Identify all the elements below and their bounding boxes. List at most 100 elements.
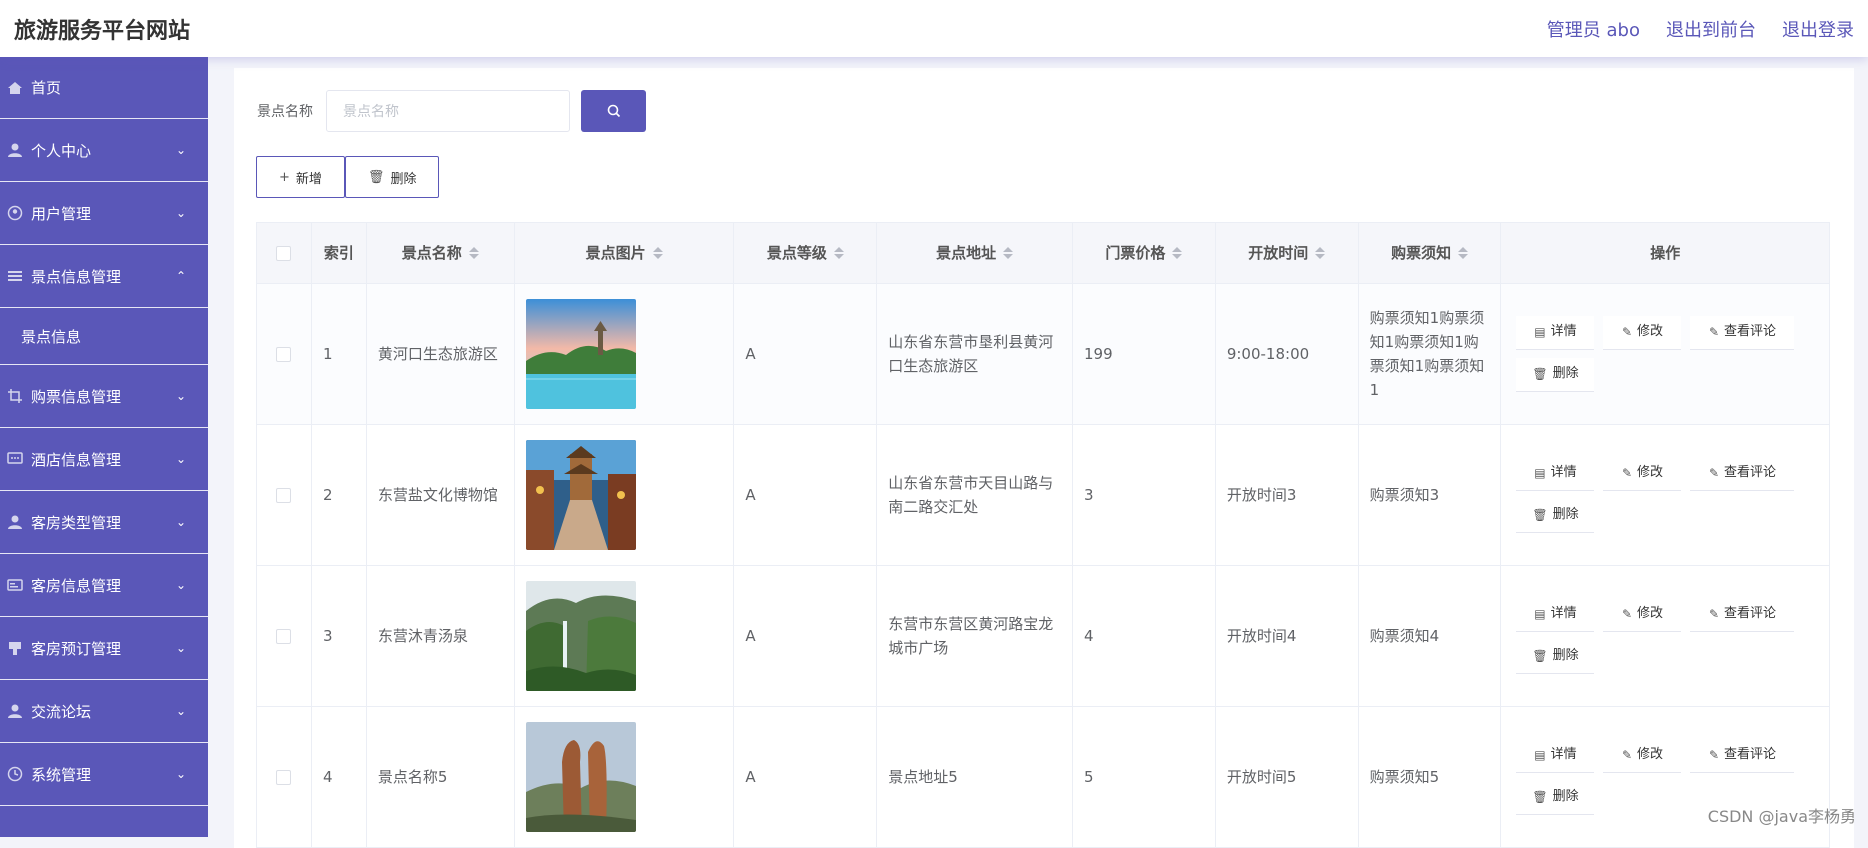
column-header-price[interactable]: 门票价格 — [1073, 223, 1216, 283]
row-checkbox[interactable] — [276, 770, 291, 785]
row-checkbox[interactable] — [276, 629, 291, 644]
pencil-icon: ✎ — [1709, 605, 1719, 624]
sidebar-item-hotel-management[interactable]: 酒店信息管理 ⌄ — [0, 428, 208, 491]
delete-button[interactable]: 🗑删除 — [1516, 640, 1594, 674]
chevron-down-icon: ⌄ — [176, 767, 186, 781]
sidebar: 首页 个人中心 ⌄ 用户管理 ⌄ 景点信息管理 ⌃ 景点信息 购票信息管理 ⌄ … — [0, 57, 208, 837]
view-comments-button[interactable]: ✎查看评论 — [1690, 598, 1794, 632]
row-actions: ▤详情 ✎修改 ✎查看评论 🗑删除 — [1501, 425, 1829, 565]
sort-icon[interactable] — [834, 247, 844, 259]
sort-icon[interactable] — [653, 247, 663, 259]
row-checkbox[interactable] — [276, 488, 291, 503]
row-select-cell — [257, 284, 312, 424]
sort-icon[interactable] — [1003, 247, 1013, 259]
chevron-down-icon: ⌄ — [176, 641, 186, 655]
sidebar-item-label: 购票信息管理 — [31, 386, 121, 407]
home-icon — [6, 79, 24, 97]
row-level: A — [734, 566, 877, 706]
back-to-frontend-link[interactable]: 退出到前台 — [1666, 16, 1756, 42]
attraction-table: 索引 景点名称 景点图片 景点等级 景点地址 门票价格 开放时间 购票须知 操作… — [256, 222, 1830, 848]
sidebar-item-label: 用户管理 — [31, 203, 91, 224]
row-index: 1 — [312, 284, 367, 424]
admin-user-link[interactable]: 管理员 abo — [1547, 16, 1640, 42]
row-address: 东营市东营区黄河路宝龙城市广场 — [877, 566, 1073, 706]
row-price: 3 — [1073, 425, 1216, 565]
sort-icon[interactable] — [469, 247, 479, 259]
delete-button[interactable]: 🗑删除 — [1516, 781, 1594, 815]
row-notice: 购票须知4 — [1359, 566, 1502, 706]
person2-icon — [6, 702, 24, 720]
sidebar-item-home[interactable]: 首页 — [0, 57, 208, 119]
view-comments-button[interactable]: ✎查看评论 — [1690, 457, 1794, 491]
person-icon — [6, 513, 24, 531]
sidebar-item-user-management[interactable]: 用户管理 ⌄ — [0, 182, 208, 245]
sidebar-item-label: 个人中心 — [31, 140, 91, 161]
document-icon: ▤ — [1534, 605, 1545, 624]
select-all-checkbox[interactable] — [276, 246, 291, 261]
row-index: 4 — [312, 707, 367, 847]
attraction-image — [526, 299, 636, 409]
sidebar-item-room-booking-management[interactable]: 客房预订管理 ⌄ — [0, 617, 208, 680]
trash-icon: 🗑 — [1532, 506, 1547, 525]
edit-button[interactable]: ✎修改 — [1603, 739, 1681, 773]
sort-icon[interactable] — [1172, 247, 1182, 259]
column-header-notice[interactable]: 购票须知 — [1359, 223, 1502, 283]
column-header-hours[interactable]: 开放时间 — [1216, 223, 1359, 283]
detail-button[interactable]: ▤详情 — [1516, 739, 1594, 773]
row-name: 东营沐青汤泉 — [367, 566, 515, 706]
pencil-icon: ✎ — [1622, 323, 1632, 342]
attraction-image — [526, 722, 636, 832]
detail-button[interactable]: ▤详情 — [1516, 457, 1594, 491]
attraction-image — [526, 581, 636, 691]
row-name: 景点名称5 — [367, 707, 515, 847]
view-comments-button[interactable]: ✎查看评论 — [1690, 739, 1794, 773]
chevron-up-icon: ⌃ — [176, 269, 186, 283]
table-header: 索引 景点名称 景点图片 景点等级 景点地址 门票价格 开放时间 购票须知 操作 — [257, 223, 1829, 284]
row-select-cell — [257, 425, 312, 565]
row-level: A — [734, 284, 877, 424]
detail-button[interactable]: ▤详情 — [1516, 598, 1594, 632]
column-header-address[interactable]: 景点地址 — [877, 223, 1073, 283]
site-title: 旅游服务平台网站 — [14, 13, 190, 45]
chevron-down-icon: ⌄ — [176, 515, 186, 529]
sort-icon[interactable] — [1315, 247, 1325, 259]
column-header-image[interactable]: 景点图片 — [515, 223, 735, 283]
column-header-name[interactable]: 景点名称 — [367, 223, 515, 283]
search-button[interactable] — [581, 90, 646, 132]
users-icon — [6, 204, 24, 222]
sidebar-item-room-info-management[interactable]: 客房信息管理 ⌄ — [0, 554, 208, 617]
edit-button[interactable]: ✎修改 — [1603, 316, 1681, 350]
sidebar-subitem-attraction-info[interactable]: 景点信息 — [0, 308, 208, 365]
detail-button[interactable]: ▤详情 — [1516, 316, 1594, 350]
search-input[interactable] — [326, 90, 570, 132]
sidebar-subitem-label: 景点信息 — [21, 326, 81, 347]
sidebar-item-attraction-management[interactable]: 景点信息管理 ⌃ — [0, 245, 208, 308]
column-header-index: 索引 — [312, 223, 367, 283]
edit-button[interactable]: ✎修改 — [1603, 457, 1681, 491]
column-header-level[interactable]: 景点等级 — [734, 223, 877, 283]
sidebar-item-ticket-management[interactable]: 购票信息管理 ⌄ — [0, 365, 208, 428]
sidebar-item-personal-center[interactable]: 个人中心 ⌄ — [0, 119, 208, 182]
sidebar-item-forum[interactable]: 交流论坛 ⌄ — [0, 680, 208, 743]
plus-icon: + — [279, 170, 290, 185]
sort-icon[interactable] — [1458, 247, 1468, 259]
delete-button[interactable]: 🗑删除 — [1516, 358, 1594, 392]
edit-button[interactable]: ✎修改 — [1603, 598, 1681, 632]
table-row: 2 东营盐文化博物馆 A 山东省东营市天目山路与南二路交汇处 3 开放时间3 购… — [257, 425, 1829, 566]
logout-link[interactable]: 退出登录 — [1782, 16, 1854, 42]
trash-icon: 🗑 — [1532, 788, 1547, 807]
delete-button[interactable]: 🗑删除 — [1516, 499, 1594, 533]
row-select-cell — [257, 566, 312, 706]
sidebar-item-room-type-management[interactable]: 客房类型管理 ⌄ — [0, 491, 208, 554]
chevron-down-icon: ⌄ — [176, 389, 186, 403]
pencil-icon: ✎ — [1709, 464, 1719, 483]
column-header-actions: 操作 — [1501, 223, 1829, 283]
row-address: 山东省东营市天目山路与南二路交汇处 — [877, 425, 1073, 565]
add-button[interactable]: +新增 — [256, 156, 345, 198]
select-all-cell — [257, 223, 312, 283]
row-select-cell — [257, 707, 312, 847]
batch-delete-button[interactable]: 🗑删除 — [345, 156, 440, 198]
row-checkbox[interactable] — [276, 347, 291, 362]
view-comments-button[interactable]: ✎查看评论 — [1690, 316, 1794, 350]
sidebar-item-system-management[interactable]: 系统管理 ⌄ — [0, 743, 208, 806]
